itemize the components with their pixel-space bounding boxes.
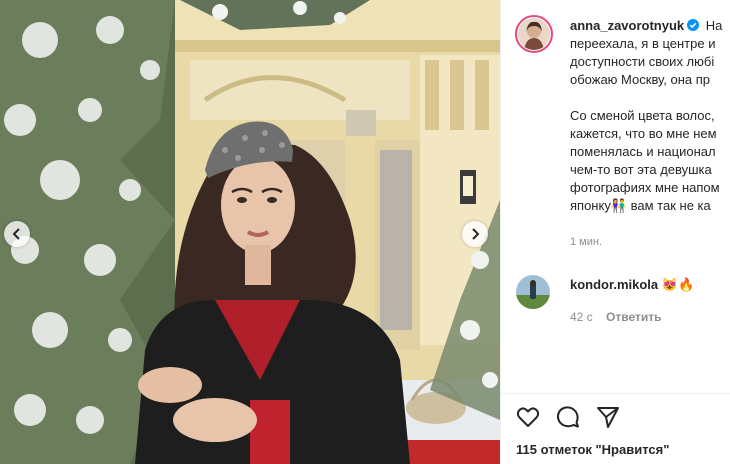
heart-icon[interactable] [515,404,541,430]
comment-time: 42 с [570,310,593,324]
caption-line: Со сменой цвета волос, [570,108,715,123]
commenter-avatar[interactable] [516,275,550,309]
caption-line: доступности своих любі [570,54,715,69]
chevron-right-icon [470,228,480,240]
previous-photo-button[interactable] [4,221,30,247]
caption-line: кажется, что во мне нем [570,126,717,141]
caption-line: японку [570,198,611,213]
caption-emoji: 👫 [610,198,628,213]
post-caption: anna_zavorotnyuk На переехала, я в центр… [570,17,730,215]
share-icon[interactable] [595,404,621,430]
chevron-left-icon [12,228,22,240]
likes-count[interactable]: 115 отметок "Нравится" [516,442,669,457]
comment-body: 😻🔥 [661,277,695,292]
actions-divider [501,393,730,394]
caption-line: переехала, я в центре и [570,36,716,51]
post-image [0,0,500,464]
author-avatar[interactable] [515,15,553,53]
caption-line: поменялась и национал [570,144,716,159]
commenter-username[interactable]: kondor.mikola [570,277,658,292]
caption-line: На [705,18,723,33]
post-actions [515,404,621,430]
caption-line: вам так не ка [630,198,711,213]
post-time[interactable]: 1 мин. [570,236,602,248]
author-username[interactable]: anna_zavorotnyuk [570,18,684,33]
post-side-panel: anna_zavorotnyuk На переехала, я в центр… [501,0,730,464]
next-photo-button[interactable] [462,221,488,247]
reply-button[interactable]: Ответить [606,310,661,324]
verified-badge-icon [687,18,700,31]
comment-meta: 42 с Ответить [570,310,661,324]
post-photo[interactable] [0,0,500,464]
caption-line: фотографиях мне напом [570,180,720,195]
caption-line: чем-то вот эта девушка [570,162,712,177]
caption-line: обожаю Москву, она пр [570,72,711,87]
comment: kondor.mikola 😻🔥 [570,277,694,293]
comment-icon[interactable] [555,404,581,430]
